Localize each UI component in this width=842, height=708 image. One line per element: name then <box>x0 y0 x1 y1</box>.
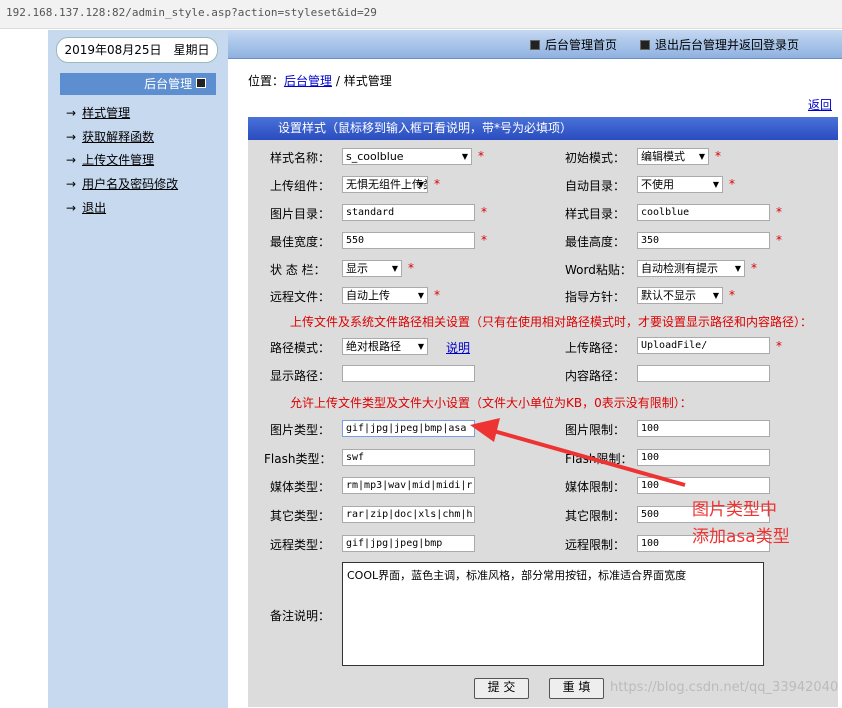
sidebar-link[interactable]: 样式管理 <box>82 106 130 120</box>
display-path-label: 显示路径： <box>270 369 331 383</box>
sidebar-link[interactable]: 上传文件管理 <box>82 153 154 167</box>
breadcrumb: 位置：后台管理 / 样式管理 <box>248 72 392 89</box>
field-select[interactable]: s_coolblue <box>342 148 472 165</box>
path-mode-select[interactable]: 绝对根路径 <box>342 338 428 355</box>
field-select[interactable]: 默认不显示 <box>637 287 723 304</box>
limit-label: 远程限制： <box>565 538 626 552</box>
sidebar-link[interactable]: 退出 <box>82 201 106 215</box>
address-bar[interactable]: 192.168.137.128:82/admin_style.asp?actio… <box>0 0 842 29</box>
field-input[interactable]: 350 <box>637 232 770 249</box>
field-label: 最佳高度： <box>565 235 626 249</box>
field-select[interactable]: 无惧无组件上传类 <box>342 176 428 193</box>
type-input[interactable]: gif|jpg|jpeg|bmp <box>342 535 475 552</box>
type-label: 图片类型： <box>270 423 331 437</box>
type-input[interactable]: rm|mp3|wav|mid|midi|r <box>342 477 475 494</box>
limit-label: 其它限制： <box>565 509 626 523</box>
sidebar-link[interactable]: 获取解释函数 <box>82 130 154 144</box>
field-select[interactable]: 自动上传 <box>342 287 428 304</box>
field-select[interactable]: 不使用 <box>637 176 723 193</box>
sidebar-item-password[interactable]: → 用户名及密码修改 <box>66 175 178 192</box>
field-input[interactable]: 550 <box>342 232 475 249</box>
crumb-prefix: 位置： <box>248 74 285 88</box>
required-star: * <box>434 177 440 191</box>
sidebar-header-label: 后台管理 <box>144 77 193 91</box>
field-input[interactable]: coolblue <box>637 204 770 221</box>
annotation-line: 添加asa类型 <box>692 527 790 547</box>
field-label: 最佳宽度： <box>270 235 331 249</box>
types-note: 允许上传文件类型及文件大小设置（文件大小单位为KB，0表示没有限制）： <box>290 396 692 410</box>
field-label: 样式目录： <box>565 207 626 221</box>
type-input[interactable]: rar|zip|doc|xls|chm|h <box>342 506 475 523</box>
sidebar-item-functions[interactable]: → 获取解释函数 <box>66 128 154 145</box>
type-label: 远程类型： <box>270 538 331 552</box>
upload-path-input[interactable]: UploadFile/ <box>637 337 770 354</box>
sidebar-item-uploads[interactable]: → 上传文件管理 <box>66 151 154 168</box>
field-label: 样式名称： <box>270 151 331 165</box>
field-select[interactable]: 显示 <box>342 260 402 277</box>
field-label: 远程文件： <box>270 290 331 304</box>
required-star: * <box>478 149 484 163</box>
logout-link[interactable]: 退出后台管理并返回登录页 <box>640 36 799 53</box>
collapse-icon <box>196 78 206 88</box>
back-link[interactable]: 返回 <box>808 96 832 113</box>
crumb-current: 样式管理 <box>343 74 392 88</box>
date-display: 2019年08月25日 星期日 <box>56 37 218 63</box>
required-star: * <box>729 177 735 191</box>
field-label: 图片目录： <box>270 207 331 221</box>
required-star: * <box>481 205 487 219</box>
required-star: * <box>776 339 782 353</box>
display-path-input[interactable] <box>342 365 475 382</box>
content-path-input[interactable] <box>637 365 770 382</box>
required-star: * <box>481 233 487 247</box>
type-input[interactable]: gif|jpg|jpeg|bmp|asa <box>342 420 475 437</box>
crumb-link[interactable]: 后台管理 <box>284 74 332 88</box>
required-star: * <box>434 288 440 302</box>
annotation-text: 图片类型中添加asa类型 <box>692 497 790 551</box>
submit-button[interactable]: 提 交 <box>474 678 529 699</box>
reset-button[interactable]: 重 填 <box>549 678 604 699</box>
field-label: 状 态 栏： <box>270 263 326 277</box>
admin-home-link[interactable]: 后台管理首页 <box>530 36 617 53</box>
sidebar-item-style[interactable]: → 样式管理 <box>66 104 130 121</box>
bullet-icon <box>640 39 650 50</box>
required-star: * <box>776 233 782 247</box>
field-label: 初始模式： <box>565 151 626 165</box>
required-star: * <box>751 261 757 275</box>
field-label: 指导方针： <box>565 290 626 304</box>
form-title: 设置样式（鼠标移到输入框可看说明，带*号为必填项） <box>248 117 838 140</box>
bullet-icon <box>530 39 540 50</box>
required-star: * <box>729 288 735 302</box>
field-input[interactable]: standard <box>342 204 475 221</box>
path-note: 上传文件及系统文件路径相关设置（只有在使用相对路径模式时，才要设置显示路径和内容… <box>290 315 813 329</box>
upload-path-label: 上传路径： <box>565 341 626 355</box>
notes-label: 备注说明： <box>270 609 331 623</box>
notes-textarea[interactable]: COOL界面，蓝色主调，标准风格，部分常用按钮，标准适合界面宽度 <box>342 562 764 666</box>
annotation-line: 图片类型中 <box>692 500 777 520</box>
annotation-arrow <box>470 418 686 487</box>
link-label: 退出后台管理并返回登录页 <box>655 38 800 52</box>
required-star: * <box>715 149 721 163</box>
type-input[interactable]: swf <box>342 449 475 466</box>
sidebar-header[interactable]: 后台管理 <box>60 73 216 95</box>
crumb-sep: / <box>332 74 344 88</box>
type-label: 媒体类型： <box>270 480 331 494</box>
required-star: * <box>408 261 414 275</box>
type-label: 其它类型： <box>270 509 331 523</box>
path-help-link[interactable]: 说明 <box>446 339 470 356</box>
field-label: 上传组件： <box>270 179 331 193</box>
url-text[interactable]: 192.168.137.128:82/admin_style.asp?actio… <box>6 6 377 19</box>
required-star: * <box>776 205 782 219</box>
content-path-label: 内容路径： <box>565 369 626 383</box>
sidebar-item-exit[interactable]: → 退出 <box>66 199 106 216</box>
field-label: 自动目录： <box>565 179 626 193</box>
field-label: Word粘贴： <box>565 263 632 277</box>
watermark: https://blog.csdn.net/qq_33942040 <box>610 680 839 695</box>
type-label: Flash类型： <box>264 452 332 466</box>
link-label: 后台管理首页 <box>545 38 618 52</box>
sidebar-link[interactable]: 用户名及密码修改 <box>82 177 178 191</box>
field-select[interactable]: 编辑模式 <box>637 148 709 165</box>
path-mode-label: 路径模式： <box>270 341 331 355</box>
field-select[interactable]: 自动检测有提示 <box>637 260 745 277</box>
